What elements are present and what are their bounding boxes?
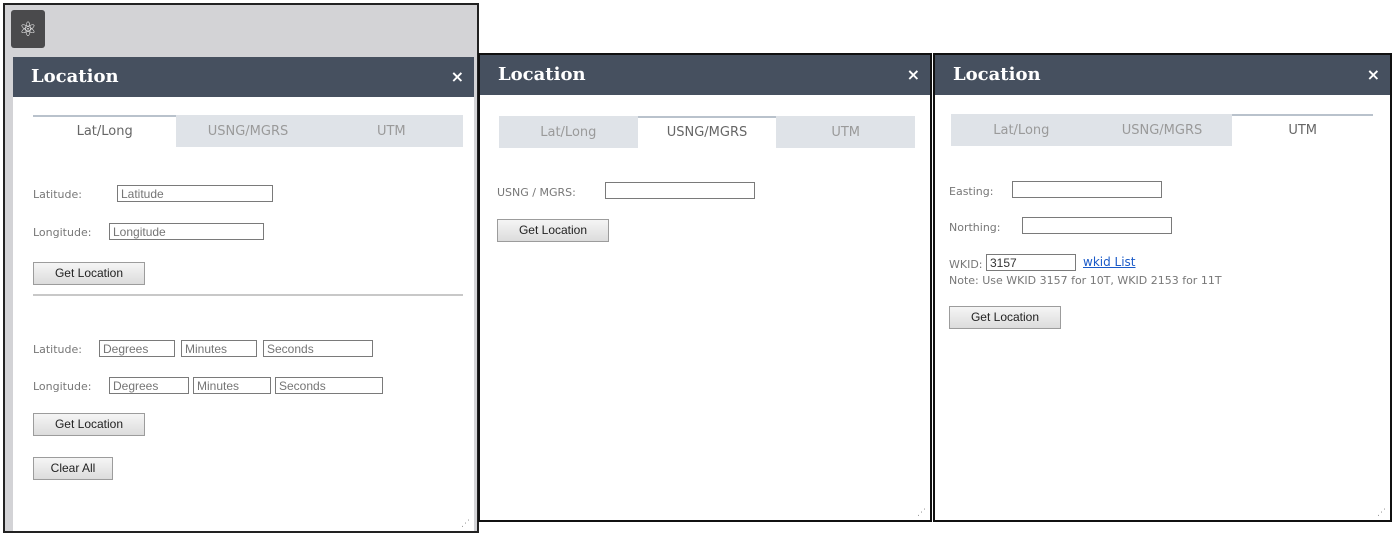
get-location-button[interactable]: Get Location [497, 219, 609, 242]
resize-grip-icon[interactable]: ⋰ [917, 508, 926, 518]
northing-label: Northing: [949, 221, 1001, 234]
close-icon[interactable]: × [451, 57, 464, 97]
dms-longitude-label: Longitude: [33, 380, 92, 393]
close-icon[interactable]: × [1367, 55, 1380, 95]
tab-latlong[interactable]: Lat/Long [499, 116, 638, 148]
panel-title: Location [31, 66, 119, 87]
tab-usng-mgrs[interactable]: USNG/MGRS [637, 116, 777, 148]
close-icon[interactable]: × [907, 55, 920, 95]
latitude-label: Latitude: [33, 188, 82, 201]
tab-bar: Lat/Long USNG/MGRS UTM [951, 114, 1374, 146]
tab-usng-mgrs[interactable]: USNG/MGRS [176, 115, 320, 147]
tab-utm[interactable]: UTM [319, 115, 463, 147]
latitude-input[interactable] [117, 185, 273, 202]
longitude-input[interactable] [109, 223, 264, 240]
longitude-label: Longitude: [33, 226, 92, 239]
get-location-button[interactable]: Get Location [949, 306, 1061, 329]
panel-title-bar[interactable]: Location × [13, 57, 474, 97]
panel-title: Location [498, 64, 586, 85]
panel-title-bar[interactable]: Location × [935, 55, 1390, 95]
tab-utm[interactable]: UTM [1232, 114, 1374, 146]
easting-input[interactable] [1012, 181, 1162, 198]
lat-seconds-input[interactable] [263, 340, 373, 357]
wkid-label: WKID: [949, 258, 983, 271]
dms-latitude-label: Latitude: [33, 343, 82, 356]
lon-degrees-input[interactable] [109, 377, 189, 394]
usng-mgrs-input[interactable] [605, 182, 755, 199]
lat-minutes-input[interactable] [181, 340, 257, 357]
panel-title-bar[interactable]: Location × [480, 55, 930, 95]
northing-input[interactable] [1022, 217, 1172, 234]
location-panel-utm: Location × Lat/Long USNG/MGRS UTM Eastin… [933, 53, 1392, 522]
divider [33, 294, 463, 296]
easting-label: Easting: [949, 185, 994, 198]
resize-grip-icon[interactable]: ⋰ [1377, 508, 1386, 518]
location-panel-usng: Location × Lat/Long USNG/MGRS UTM USNG /… [478, 53, 932, 522]
wkid-list-link[interactable]: wkid List [1083, 255, 1136, 269]
tab-usng-mgrs[interactable]: USNG/MGRS [1091, 114, 1233, 146]
tab-bar: Lat/Long USNG/MGRS UTM [33, 115, 463, 147]
wkid-input[interactable] [986, 254, 1076, 271]
lon-minutes-input[interactable] [193, 377, 271, 394]
get-location-button[interactable]: Get Location [33, 262, 145, 285]
location-panel-latlong: ⚛ Location × Lat/Long USNG/MGRS UTM Lati… [3, 3, 479, 533]
lat-degrees-input[interactable] [99, 340, 175, 357]
get-location-dms-button[interactable]: Get Location [33, 413, 145, 436]
clear-all-button[interactable]: Clear All [33, 457, 113, 480]
tab-utm[interactable]: UTM [776, 116, 916, 148]
tab-bar: Lat/Long USNG/MGRS UTM [499, 116, 916, 148]
location-tool-icon[interactable]: ⚛ [11, 10, 45, 48]
resize-grip-icon[interactable]: ⋰ [461, 519, 470, 529]
tab-latlong[interactable]: Lat/Long [33, 115, 177, 147]
panel-body: Location × Lat/Long USNG/MGRS UTM Latitu… [13, 57, 474, 531]
tab-latlong[interactable]: Lat/Long [951, 114, 1092, 146]
usng-mgrs-label: USNG / MGRS: [497, 186, 576, 199]
lon-seconds-input[interactable] [275, 377, 383, 394]
wkid-note: Note: Use WKID 3157 for 10T, WKID 2153 f… [949, 274, 1222, 287]
panel-title: Location [953, 64, 1041, 85]
